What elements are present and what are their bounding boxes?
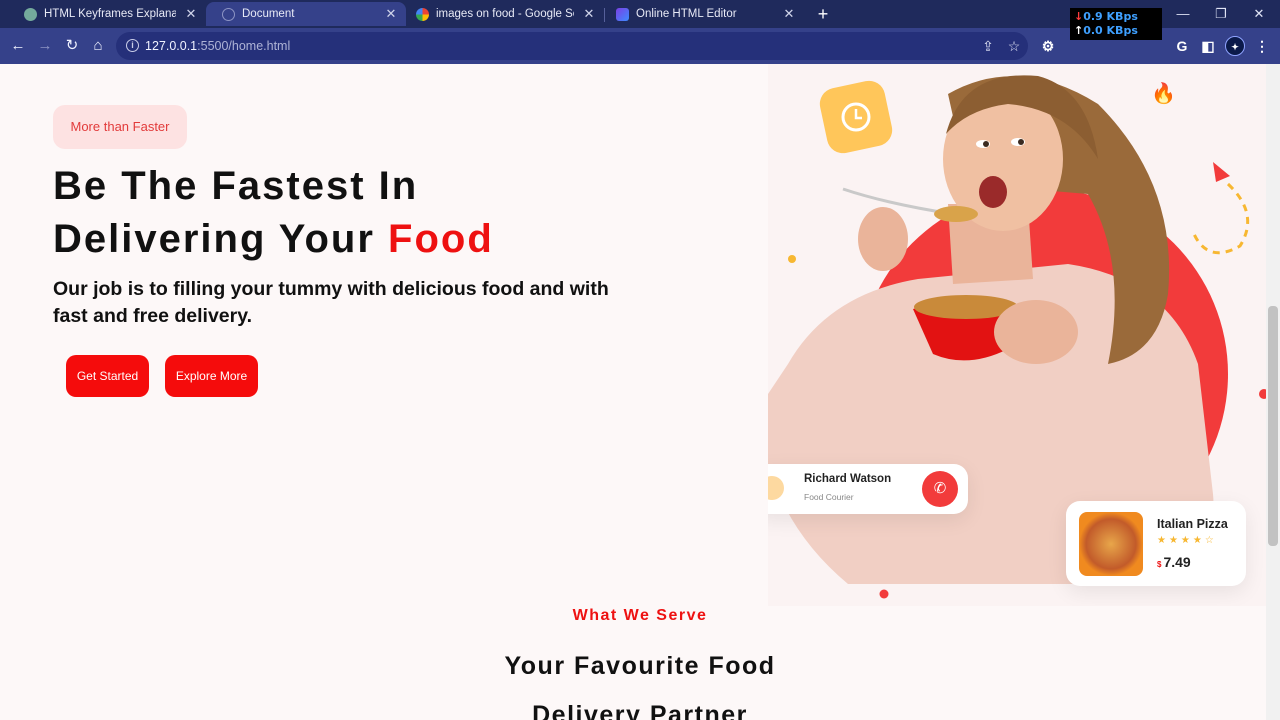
hero-title-line2: Delivering Your [53, 217, 389, 261]
courier-avatar [768, 476, 784, 500]
close-icon[interactable]: ✕ [782, 6, 796, 22]
tab-google-search[interactable]: images on food - Google Search ✕ [406, 2, 604, 26]
site-info-icon[interactable]: i [126, 39, 139, 52]
paper-plane-icon [1213, 162, 1230, 182]
share-icon[interactable]: ⇪ [980, 38, 996, 54]
network-speed-widget: ↓0.9 KBps ↑0.0 KBps [1070, 8, 1162, 40]
bookmark-star-icon[interactable]: ☆ [1006, 38, 1022, 54]
courier-name: Richard Watson [804, 473, 892, 485]
tab-label: Online HTML Editor [636, 8, 737, 20]
phone-call-icon[interactable]: ✆ [922, 471, 958, 507]
tab-document[interactable]: Document ✕ [206, 2, 406, 26]
new-tab-button[interactable]: + [812, 4, 834, 24]
chatgpt-icon [24, 7, 37, 21]
get-started-button[interactable]: Get Started [66, 355, 149, 397]
net-up-value: 0.0 KBps [1083, 24, 1138, 37]
tab-html-keyframes[interactable]: HTML Keyframes Explanation ✕ [8, 2, 206, 26]
section-eyebrow: What We Serve [572, 607, 708, 624]
person-hand-spoon [858, 207, 908, 271]
section-title: Your Favourite Food Delivery Partner [0, 642, 1280, 720]
minimize-icon[interactable]: — [1168, 4, 1198, 24]
google-account-icon[interactable]: G [1172, 36, 1192, 56]
tab-label: images on food - Google Search [436, 8, 574, 20]
address-bar[interactable]: i 127.0.0.1:5500/home.html ⇪ ☆ [116, 32, 1028, 60]
tab-separator [604, 8, 605, 22]
net-down-value: 0.9 KBps [1083, 10, 1138, 23]
hero-illustration: 🔥 Richard Watson Food Courier ✆ Italian … [768, 64, 1280, 606]
editor-icon [616, 7, 629, 21]
home-icon[interactable]: ⌂ [88, 36, 108, 56]
download-arrow-icon: ↓ [1074, 10, 1084, 23]
upload-arrow-icon: ↑ [1074, 24, 1084, 37]
close-icon[interactable]: ✕ [384, 6, 398, 22]
hero-title-highlight: Food [388, 217, 494, 261]
url-text: 127.0.0.1:5500/home.html [145, 39, 291, 53]
extension-icon[interactable]: ⚙ [1038, 36, 1058, 56]
food-price: $7.49 [1157, 554, 1191, 570]
profile-avatar[interactable]: ✦ [1225, 36, 1245, 56]
explore-more-button[interactable]: Explore More [165, 355, 258, 397]
hero-subtitle: Our job is to filling your tummy with de… [53, 278, 609, 327]
reload-icon[interactable]: ↻ [62, 36, 82, 56]
courier-role: Food Courier [804, 492, 854, 502]
courier-card: Richard Watson Food Courier ✆ [768, 464, 968, 514]
back-arrow-icon[interactable]: ← [8, 36, 28, 56]
hero-title: Be The Fastest In Delivering Your Food [53, 160, 693, 266]
tab-label: HTML Keyframes Explanation [44, 8, 176, 20]
hero-title-line1: Be The Fastest In [53, 164, 419, 208]
rating-stars: ★★★★☆ [1157, 535, 1217, 546]
tab-label: Document [242, 8, 295, 20]
page-viewport: More than Faster Be The Fastest In Deliv… [0, 64, 1280, 720]
google-icon [416, 7, 429, 21]
pizza-image [1079, 512, 1143, 576]
maximize-icon[interactable]: ❐ [1206, 4, 1236, 24]
tab-online-html-editor[interactable]: Online HTML Editor ✕ [606, 2, 804, 26]
globe-icon [222, 7, 235, 21]
forward-arrow-icon[interactable]: → [35, 36, 55, 56]
food-card: Italian Pizza ★★★★☆ $7.49 [1066, 501, 1246, 586]
flame-icon: 🔥 [1151, 81, 1176, 105]
section-title-line1: Your Favourite Food [504, 652, 776, 680]
section-title-line2: Delivery Partner [532, 701, 748, 720]
scrollbar-thumb[interactable] [1268, 306, 1278, 546]
close-icon[interactable]: ✕ [184, 6, 198, 22]
person-hand-bowl [994, 300, 1078, 364]
side-panel-icon[interactable]: ◧ [1198, 36, 1218, 56]
food-name: Italian Pizza [1157, 517, 1228, 531]
close-icon[interactable]: ✕ [582, 6, 596, 22]
hero-badge: More than Faster [53, 105, 187, 149]
close-window-icon[interactable]: ✕ [1244, 4, 1274, 24]
menu-kebab-icon[interactable]: ⋮ [1252, 36, 1272, 56]
